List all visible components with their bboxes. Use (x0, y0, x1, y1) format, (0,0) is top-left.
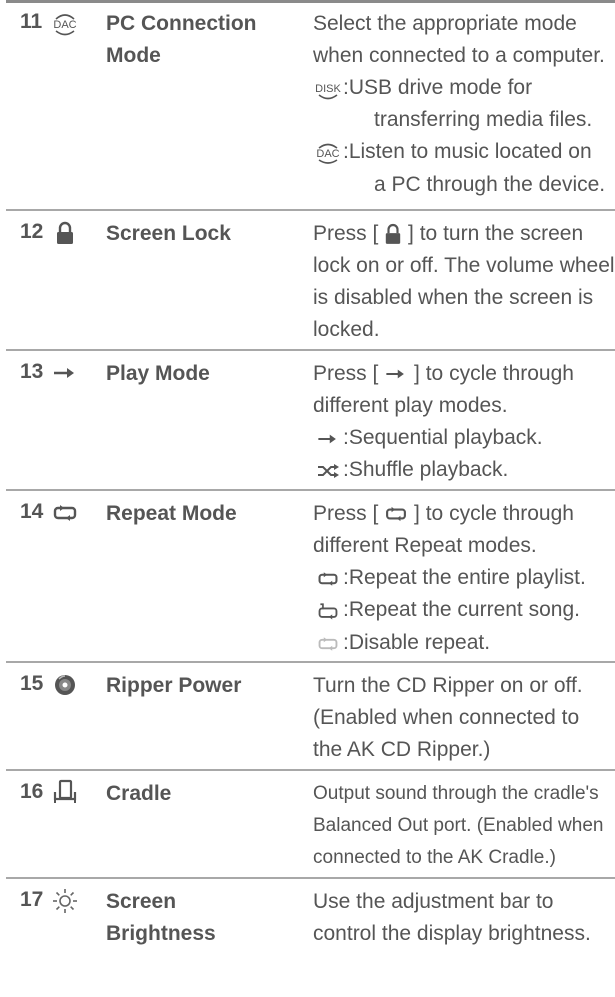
feature-name-line: PC Connection (106, 12, 257, 35)
row-number: 15 (20, 672, 44, 695)
lock-icon (384, 223, 402, 245)
svg-text:DAC: DAC (316, 148, 339, 160)
repeat-icon (313, 562, 343, 594)
row-number: 12 (20, 220, 44, 243)
description-line: locked. (313, 318, 380, 341)
description-line: Use the adjustment bar to (313, 890, 554, 913)
repeat-one-icon (313, 595, 343, 627)
description-fragment: Press [ (313, 502, 379, 525)
option-text: :Disable repeat. (343, 630, 491, 654)
description-line: Output sound through the cradle's (313, 783, 599, 804)
description-line: different Repeat modes. (313, 534, 537, 557)
option-item: DISK:USB drive mode for (313, 72, 615, 104)
feature-name-line: Screen (106, 890, 177, 913)
table-row: 13 Play Mode Press [ ] to cycle through … (6, 351, 615, 491)
feature-name-line: Screen Lock (106, 222, 231, 245)
description-line: the AK CD Ripper.) (313, 738, 491, 761)
description-line: Select the appropriate mode (313, 12, 577, 35)
description-line: when connected to a computer. (313, 44, 605, 67)
option-item: :Sequential playback. (313, 422, 615, 454)
description-fragment: Press [ (313, 222, 379, 245)
description-fragment: ] to cycle through (414, 362, 574, 385)
description-fragment: Press [ (313, 362, 379, 385)
feature-name-line: Cradle (106, 782, 172, 805)
dac-icon: DAC (313, 137, 343, 169)
arrow-right-icon (50, 359, 80, 387)
disk-icon: DISK (313, 72, 343, 104)
cradle-icon (50, 778, 80, 806)
description-line: lock on or off. The volume wheel (313, 254, 615, 277)
row-number: 13 (20, 360, 44, 383)
option-item: :Shuffle playback. (313, 454, 615, 486)
description-line: Press [ ] to turn the screen (313, 218, 615, 250)
description-fragment: ] to turn the screen (408, 222, 584, 245)
row-number: 14 (20, 500, 44, 523)
table-row: 16 Cradle Output sound through the cradl… (6, 771, 615, 879)
brightness-icon (50, 887, 80, 915)
option-text: :Shuffle playback. (343, 458, 509, 482)
option-item: DAC :Listen to music located on (313, 136, 615, 168)
option-text: :USB drive mode for (343, 76, 533, 99)
option-text: :Repeat the entire playlist. (343, 566, 586, 589)
table-row: 12 Screen Lock Press [ ] to turn the scr… (6, 211, 615, 351)
table-row: 15 Ripper Power Turn the CD Ripper on or… (6, 663, 615, 771)
feature-name-line: Brightness (106, 922, 216, 945)
option-text: transferring media files. (374, 108, 593, 132)
description-line: Turn the CD Ripper on or off. (313, 674, 583, 697)
feature-name-line: Ripper Power (106, 674, 242, 697)
repeat-off-icon (313, 627, 343, 659)
feature-name: Ripper Power (106, 670, 271, 702)
svg-text:DAC: DAC (53, 19, 76, 31)
disc-icon (50, 671, 80, 699)
description-line: different play modes. (313, 394, 508, 417)
option-text: :Repeat the current song. (343, 598, 580, 622)
feature-name: Screen Lock (106, 218, 271, 250)
description-fragment: ] to cycle through (414, 502, 574, 525)
description-line: (Enabled when connected to (313, 706, 580, 729)
description-line: is disabled when the screen is (313, 286, 594, 309)
description-line: connected to the AK Cradle.) (313, 847, 556, 868)
row-number: 17 (20, 888, 44, 911)
row-number: 16 (20, 780, 44, 803)
option-item: :Repeat the current song. (313, 594, 615, 626)
feature-name: Repeat Mode (106, 498, 271, 530)
feature-description: Select the appropriate mode when connect… (313, 8, 615, 201)
description-line: Press [ ] to cycle through (313, 358, 615, 390)
feature-description: Output sound through the cradle's Balanc… (313, 778, 615, 874)
description-line: Balanced Out port. (Enabled when (313, 815, 604, 836)
feature-description: Press [ ] to turn the screen lock on or … (313, 218, 615, 346)
feature-name-line: Repeat Mode (106, 502, 237, 525)
feature-description: Press [ ] to cycle through different pla… (313, 358, 615, 487)
arrow-right-icon (384, 367, 408, 381)
arrow-right-icon (313, 422, 343, 454)
shuffle-icon (313, 455, 343, 487)
feature-name-line: Play Mode (106, 362, 210, 385)
repeat-icon (384, 506, 408, 522)
description-line: Press [ ] to cycle through (313, 498, 615, 530)
table-row: 14 Repeat Mode Press [ ] to cycle throug… (6, 491, 615, 663)
option-item: :Repeat the entire playlist. (313, 562, 615, 594)
feature-name: Play Mode (106, 358, 271, 390)
option-text: :Listen to music located on (343, 140, 592, 164)
feature-name-line: Mode (106, 44, 161, 67)
table-row: 11 DAC PC Connection Mode Select the app… (6, 3, 615, 211)
lock-icon (50, 219, 80, 247)
repeat-icon (50, 499, 80, 527)
dac-icon: DAC (50, 10, 80, 38)
table-row: 17 Screen Brightness Use the adjustment … (6, 879, 615, 997)
feature-name: Cradle (106, 778, 271, 810)
option-text: :Sequential playback. (343, 426, 543, 449)
feature-name: Screen Brightness (106, 886, 271, 950)
feature-name: PC Connection Mode (106, 8, 271, 72)
row-number: 11 (20, 10, 43, 33)
svg-text:DISK: DISK (315, 83, 341, 95)
description-line: control the display brightness. (313, 922, 591, 945)
feature-description: Press [ ] to cycle through different Rep… (313, 498, 615, 659)
feature-description: Use the adjustment bar to control the di… (313, 886, 615, 950)
feature-description: Turn the CD Ripper on or off. (Enabled w… (313, 670, 615, 766)
option-item: :Disable repeat. (313, 627, 615, 659)
option-text: a PC through the device. (374, 172, 606, 196)
